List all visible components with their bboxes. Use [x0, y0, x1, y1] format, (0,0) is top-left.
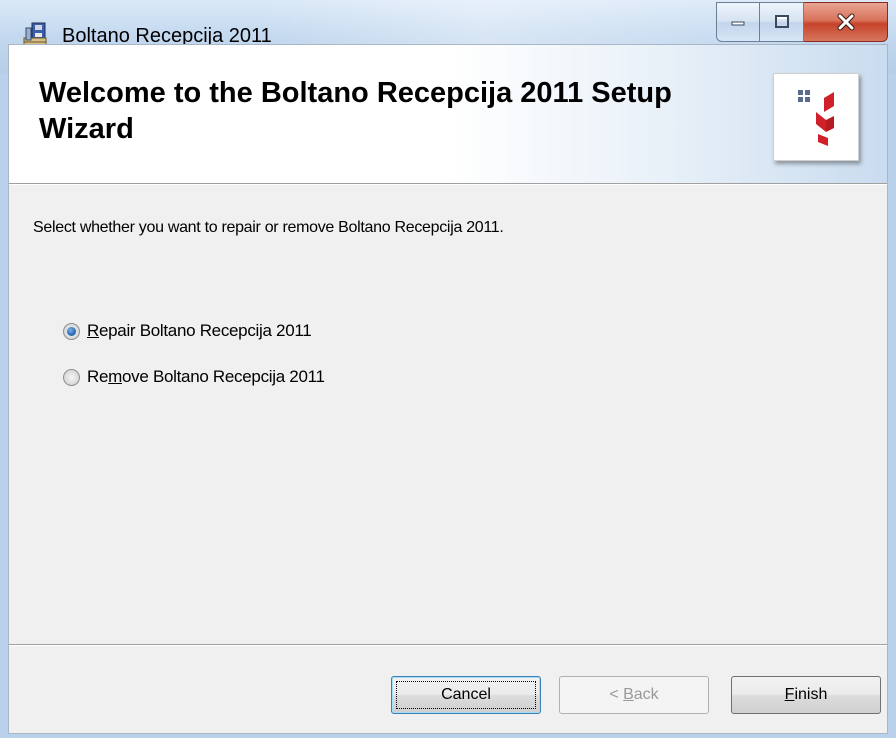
maximize-button[interactable]: [760, 2, 804, 42]
back-button[interactable]: < Back: [559, 676, 709, 714]
boltano-logo-icon: [798, 90, 834, 146]
instruction-text: Select whether you want to repair or rem…: [33, 219, 504, 236]
remove-label: Remove Boltano Recepcija 2011: [87, 367, 325, 386]
cancel-button[interactable]: Cancel: [391, 676, 541, 714]
finish-label: Finish: [784, 686, 828, 703]
repair-option[interactable]: Repair Boltano Recepcija 2011: [63, 321, 312, 341]
setup-wizard-window: Boltano Recepcija 2011 Welcome to the Bo…: [0, 0, 896, 738]
repair-label: Repair Boltano Recepcija 2011: [87, 321, 312, 340]
caption-buttons: [716, 2, 888, 42]
back-label: < Back: [609, 686, 659, 703]
remove-option[interactable]: Remove Boltano Recepcija 2011: [63, 367, 325, 387]
finish-button[interactable]: Finish: [731, 676, 881, 714]
close-icon: [837, 13, 854, 31]
repair-radio[interactable]: [63, 322, 80, 340]
minimize-icon: [731, 21, 745, 26]
product-logo: [773, 73, 859, 161]
wizard-client-area: Welcome to the Boltano Recepcija 2011 Se…: [8, 44, 888, 734]
maximize-icon: [774, 15, 789, 28]
page-title: Welcome to the Boltano Recepcija 2011 Se…: [39, 77, 672, 145]
minimize-button[interactable]: [716, 2, 760, 42]
close-button[interactable]: [804, 2, 888, 42]
remove-radio[interactable]: [63, 368, 80, 386]
wizard-banner: Welcome to the Boltano Recepcija 2011 Se…: [9, 45, 887, 184]
